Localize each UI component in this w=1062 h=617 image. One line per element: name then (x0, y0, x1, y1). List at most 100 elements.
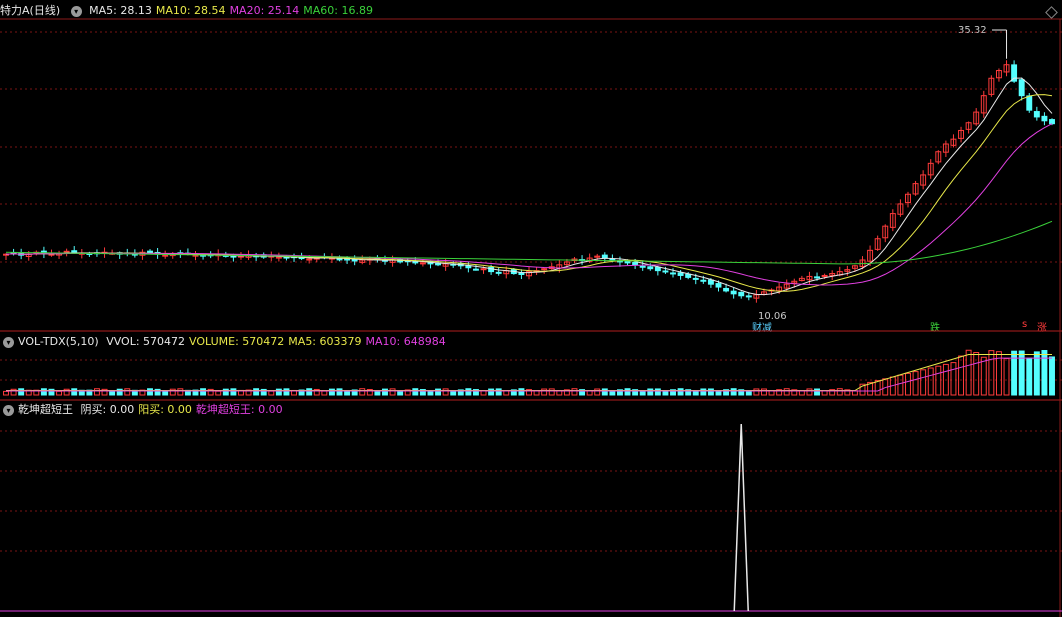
candle-body (730, 290, 737, 295)
candle-body (738, 291, 745, 297)
volume-bar (965, 349, 972, 396)
candle-body (654, 266, 661, 272)
candle-body (700, 279, 707, 282)
volume-bar (18, 388, 25, 396)
candle-body (1049, 119, 1055, 125)
volume-bar (359, 388, 366, 396)
signal-spike (733, 423, 749, 612)
volume-bar (624, 388, 631, 396)
candle-body (677, 272, 684, 276)
volume-bar (488, 388, 495, 396)
candle-body (472, 268, 479, 271)
volume-bar (412, 388, 419, 396)
volume-bar (905, 372, 911, 396)
candle-body (306, 258, 313, 261)
volume-bar (56, 390, 63, 396)
candle-body (480, 268, 487, 271)
volume-bar (442, 388, 449, 396)
volume-bar (1003, 358, 1010, 396)
volume-bar (874, 380, 881, 396)
volume-bar (215, 390, 222, 396)
volume-bar (601, 388, 608, 396)
candle-body (1011, 64, 1018, 82)
volume-bar (677, 388, 684, 396)
volume-bar (988, 350, 995, 396)
volume-bar (177, 388, 184, 396)
volume-bar (821, 390, 828, 396)
volume-bar (200, 388, 207, 396)
volume-bar (465, 388, 472, 396)
volume-bar (1049, 356, 1055, 396)
candle-body (162, 254, 169, 257)
volume-bar (253, 388, 260, 396)
volume-bar (920, 369, 927, 396)
volume-bar (768, 390, 775, 396)
volume-bar (1026, 357, 1033, 396)
volume-bar (518, 388, 525, 396)
volume-bar (647, 388, 654, 396)
volume-bar (382, 388, 388, 396)
volume-bar (980, 356, 987, 396)
volume-bar (548, 388, 555, 396)
volume-bar (480, 390, 487, 396)
candle-body (336, 258, 343, 261)
volume-bar (654, 388, 661, 396)
candle-body (707, 279, 714, 285)
volume-bar (586, 390, 593, 396)
volume-bar (533, 390, 540, 396)
volume-bar (912, 371, 919, 396)
volume-bar (730, 388, 737, 396)
volume-bar (389, 388, 396, 396)
candle-body (632, 262, 639, 266)
volume-bar (162, 390, 169, 396)
candle-body (275, 256, 282, 259)
volume-bar (806, 388, 813, 396)
candle-body (419, 262, 426, 265)
volume-bar (321, 390, 328, 396)
volume-bar (753, 388, 760, 396)
candle-body (541, 268, 548, 271)
volume-bar (268, 390, 275, 396)
candle-body (238, 255, 244, 258)
volume-bar (283, 388, 290, 396)
volume-bar (761, 388, 767, 396)
candle-body (48, 253, 55, 256)
volume-bar (3, 390, 9, 396)
volume-bar (814, 388, 820, 396)
volume-bar (935, 365, 942, 396)
candle-body (685, 273, 692, 278)
volume-bar (124, 388, 131, 396)
candle-body (662, 270, 669, 273)
volume-bar (541, 388, 548, 396)
volume-bar (973, 352, 980, 396)
volume-bar (1041, 350, 1048, 396)
volume-bar (374, 390, 381, 396)
candle-body (1018, 79, 1025, 97)
candle-body (609, 258, 616, 261)
volume-bar (958, 355, 965, 396)
candle-body (1033, 111, 1040, 118)
volume-bar (927, 367, 934, 396)
candle-body (715, 283, 722, 288)
volume-bar (230, 388, 237, 396)
volume-bar (495, 388, 502, 396)
candle-body (71, 250, 78, 253)
volume-bar (435, 388, 442, 396)
candle-body (821, 274, 828, 277)
stock-chart-canvas[interactable] (0, 0, 1062, 617)
candle-body (412, 261, 419, 264)
candle-body (63, 250, 70, 253)
volume-bar (897, 374, 904, 396)
volume-bar (836, 388, 843, 396)
candle-body (351, 259, 358, 262)
volume-bar (71, 388, 78, 396)
candle-body (814, 276, 820, 279)
volume-bar (336, 388, 343, 396)
volume-bar (427, 390, 434, 396)
volume-bar (571, 388, 578, 396)
candle-body (670, 272, 676, 275)
volume-bar (306, 388, 313, 396)
volume-bar (594, 388, 601, 396)
volume-bar (950, 362, 957, 396)
volume-bar (109, 390, 116, 396)
